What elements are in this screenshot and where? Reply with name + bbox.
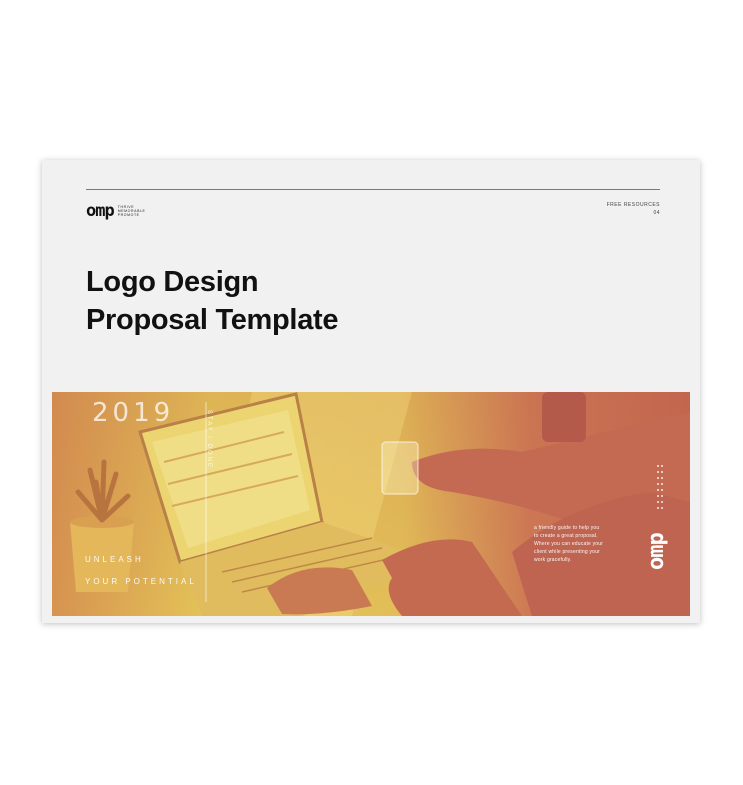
banner-description: a friendly guide to help you to create a… [534,524,603,564]
title-line-1: Logo Design [86,266,259,298]
description-line: to create a great proposal. [534,533,598,539]
cover-photo-banner: 2019 STAY / DONE UNLEASH YOUR POTENTIAL … [52,392,690,616]
banner-vertical-caption: STAY / DONE [206,410,212,470]
canvas: omp THRIVE MEMORABLE PROMOTE FREE RESOUR… [0,0,743,785]
header-rule [86,189,660,190]
logo-taglines: THRIVE MEMORABLE PROMOTE [118,205,146,217]
proposal-cover: omp THRIVE MEMORABLE PROMOTE FREE RESOUR… [42,160,700,623]
brand-logo: omp THRIVE MEMORABLE PROMOTE [86,200,145,222]
banner-logo-wordmark: omp [644,533,669,570]
decorative-dots-icon [657,465,663,509]
banner-slogan-line-2: YOUR POTENTIAL [85,577,197,586]
logo-wordmark: omp [86,201,115,221]
description-line: work gracefully. [534,557,572,563]
description-line: client while presenting your [534,549,600,555]
meta-number: 04 [653,210,660,216]
logo-tagline: PROMOTE [117,213,140,217]
document-title: Logo Design Proposal Template [86,263,339,339]
banner-year: 2019 [92,398,175,428]
title-line-2: Proposal Template [86,304,339,336]
header-meta: FREE RESOURCES 04 [607,201,660,217]
description-line: a friendly guide to help you [534,525,600,531]
meta-label: FREE RESOURCES [606,202,660,208]
description-line: Where you can educate your [534,541,604,547]
banner-slogan-line-1: UNLEASH [85,555,144,564]
